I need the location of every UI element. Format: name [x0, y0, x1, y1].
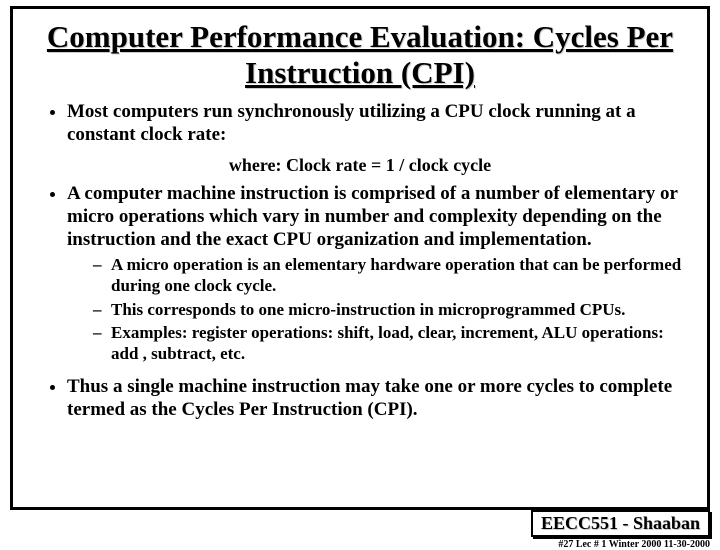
- sub-list: A micro operation is an elementary hardw…: [67, 255, 683, 365]
- bullet-list-2: A computer machine instruction is compri…: [31, 182, 689, 365]
- bullet-1: Most computers run synchronously utilizi…: [67, 100, 689, 146]
- slide-title: Computer Performance Evaluation: Cycles …: [31, 19, 689, 90]
- slide-frame: Computer Performance Evaluation: Cycles …: [10, 6, 710, 510]
- sub-1: A micro operation is an elementary hardw…: [93, 255, 683, 296]
- sub-2: This corresponds to one micro-instructio…: [93, 300, 683, 321]
- footer-meta: #27 Lec # 1 Winter 2000 11-30-2000: [531, 539, 710, 550]
- sub-3: Examples: register operations: shift, lo…: [93, 323, 683, 364]
- formula-line: where: Clock rate = 1 / clock cycle: [31, 155, 689, 176]
- footer-course: EECC551 - Shaaban: [531, 510, 710, 537]
- bullet-2-text: A computer machine instruction is compri…: [67, 183, 678, 250]
- bullet-list-3: Thus a single machine instruction may ta…: [31, 375, 689, 421]
- bullet-list: Most computers run synchronously utilizi…: [31, 100, 689, 146]
- footer: EECC551 - Shaaban #27 Lec # 1 Winter 200…: [531, 510, 710, 540]
- bullet-2: A computer machine instruction is compri…: [67, 182, 689, 365]
- bullet-3: Thus a single machine instruction may ta…: [67, 375, 689, 421]
